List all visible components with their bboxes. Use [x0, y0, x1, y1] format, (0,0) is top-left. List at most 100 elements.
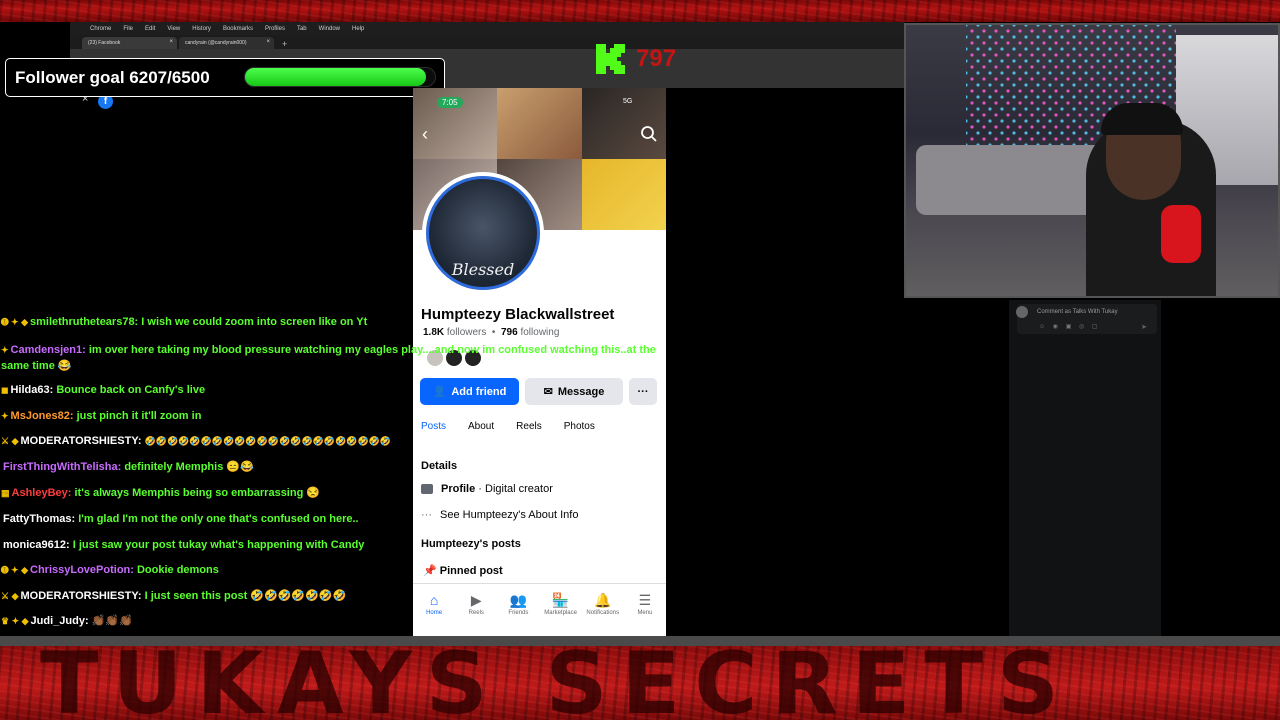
- nav-reels[interactable]: ▶ Reels: [455, 584, 497, 636]
- comment-emoji-icons[interactable]: ☺ ◉ ▣ ◎ ▢: [1039, 323, 1101, 330]
- chat-username: Camdensjen1:: [10, 344, 86, 356]
- chat-text: 👏🏾👏🏾👏🏾: [91, 615, 133, 627]
- chat-text: im over here taking my blood pressure wa…: [1, 344, 656, 372]
- menu-file[interactable]: File: [123, 26, 133, 32]
- avatar-caption: Blessed: [451, 260, 515, 279]
- chat-badges: ➊ ✦ ◆: [1, 317, 29, 327]
- new-tab-button[interactable]: +: [276, 39, 293, 49]
- nav-menu[interactable]: ☰ Menu: [624, 584, 666, 636]
- nav-home[interactable]: ⌂ Home: [413, 584, 455, 636]
- about-info-link[interactable]: ··· See Humpteezy's About Info: [421, 509, 578, 521]
- marketplace-icon: 🏪: [551, 592, 570, 608]
- follower-goal-bar: [244, 67, 436, 87]
- menu-view[interactable]: View: [167, 26, 180, 32]
- chat-username: MsJones82:: [10, 410, 74, 422]
- menu-profiles[interactable]: Profiles: [265, 26, 285, 32]
- tab-photos[interactable]: Photos: [564, 421, 595, 432]
- followers-label[interactable]: followers: [447, 327, 486, 338]
- kick-logo-icon: [596, 44, 625, 74]
- bottom-banner-text: TUKAYS SECRETS: [40, 648, 1073, 720]
- profile-actions: 👤 Add friend ✉ Message ···: [420, 378, 657, 405]
- pinned-post-label: 📌 Pinned post: [423, 564, 503, 577]
- tab-posts[interactable]: Posts: [421, 421, 446, 432]
- tab-label: (23) Facebook: [88, 40, 121, 46]
- chat-badges: ⚔ ◆: [1, 436, 19, 446]
- chat-text: 🤣🤣🤣🤣🤣🤣🤣🤣🤣🤣🤣🤣🤣🤣🤣🤣🤣🤣🤣🤣🤣🤣: [144, 436, 392, 446]
- chat-text: I just seen this post 🤣🤣🤣🤣🤣🤣🤣: [144, 590, 347, 602]
- friends-icon: 👥: [509, 592, 528, 608]
- details-heading: Details: [421, 460, 458, 472]
- microphone: [1161, 205, 1201, 263]
- about-info-label: See Humpteezy's About Info: [440, 509, 579, 521]
- profile-name: Humpteezy Blackwallstreet: [421, 306, 615, 323]
- close-tab-icon[interactable]: ×: [266, 39, 270, 45]
- following-label[interactable]: following: [520, 327, 559, 338]
- chat-username: Hilda63:: [10, 384, 54, 396]
- follower-goal-widget: Follower goal 6207/6500: [5, 58, 445, 97]
- profile-avatar[interactable]: Blessed: [422, 172, 544, 294]
- follower-goal-fill: [245, 68, 427, 86]
- messenger-icon: ✉: [543, 386, 553, 398]
- bottom-nav: ⌂ Home ▶ Reels 👥 Friends 🏪 Marketplace 🔔 Noti…: [413, 583, 666, 636]
- menu-history[interactable]: History: [192, 26, 211, 32]
- chat-text: Dookie demons: [136, 564, 219, 576]
- menu-window[interactable]: Window: [319, 26, 340, 32]
- tab-facebook[interactable]: (23) Facebook ×: [82, 37, 177, 49]
- chat-username: AshleyBey:: [11, 487, 72, 499]
- pin-icon: 📌: [423, 565, 437, 577]
- profile-stats: 1.8K followers • 796 following: [423, 327, 560, 338]
- chat-message: ⚔ ◆ MODERATORSHIESTY: 🤣🤣🤣🤣🤣🤣🤣🤣🤣🤣🤣🤣🤣🤣🤣🤣🤣🤣🤣…: [1, 435, 391, 448]
- mac-menubar: Chrome File Edit View History Bookmarks …: [70, 22, 905, 35]
- send-icon[interactable]: ➤: [1141, 323, 1147, 331]
- chat-username: MODERATORSHIESTY:: [20, 435, 142, 447]
- add-friend-button[interactable]: 👤 Add friend: [420, 378, 519, 405]
- pinned-text: Pinned post: [439, 565, 503, 577]
- nav-label: Marketplace: [544, 610, 577, 616]
- cover-photo: [497, 88, 582, 159]
- tab-candyrain[interactable]: candyrain (@candyrain000) ×: [179, 37, 274, 49]
- follower-goal-label: Follower goal 6207/6500: [15, 67, 210, 87]
- chat-text: just pinch it it'll zoom in: [76, 410, 202, 422]
- message-button[interactable]: ✉ Message: [525, 378, 623, 405]
- chat-username: FattyThomas:: [3, 513, 76, 525]
- detail-profile-bold: Profile: [441, 483, 476, 495]
- nav-label: Friends: [508, 610, 529, 616]
- nav-friends[interactable]: 👥 Friends: [497, 584, 539, 636]
- menu-bookmarks[interactable]: Bookmarks: [223, 26, 253, 32]
- following-count[interactable]: 796: [501, 327, 518, 338]
- nav-notifications[interactable]: 🔔 Notifications: [582, 584, 624, 636]
- menu-edit[interactable]: Edit: [145, 26, 155, 32]
- menu-chrome[interactable]: Chrome: [90, 26, 111, 32]
- more-button[interactable]: ···: [629, 378, 657, 405]
- nav-label: Menu: [637, 610, 653, 616]
- bell-icon: 🔔: [594, 592, 612, 608]
- followers-count[interactable]: 1.8K: [423, 327, 444, 338]
- back-icon[interactable]: ‹: [422, 124, 428, 145]
- chat-message: ✦ Camdensjen1: im over here taking my blo…: [1, 342, 661, 374]
- cover-photo: [581, 159, 666, 230]
- chat-message: ✦ MsJones82: just pinch it it'll zoom in: [1, 410, 201, 423]
- chat-message: ◼ Hilda63: Bounce back on Canfy's live: [1, 384, 205, 397]
- chat-message: ♛ ✦ ◆ Judi_Judy: 👏🏾👏🏾👏🏾: [1, 615, 133, 628]
- menu-icon: ☰: [638, 592, 652, 608]
- chat-badges: ⚔ ◆: [1, 591, 19, 601]
- chat-message: ⚔ ◆ MODERATORSHIESTY: I just seen this po…: [1, 590, 346, 603]
- menu-tab[interactable]: Tab: [297, 26, 307, 32]
- chat-message: ➊ ✦ ◆ ChrissyLovePotion: Dookie demons: [1, 564, 219, 577]
- nav-marketplace[interactable]: 🏪 Marketplace: [540, 584, 582, 636]
- posts-heading: Humpteezy's posts: [421, 538, 521, 550]
- tab-label: candyrain (@candyrain000): [185, 40, 247, 46]
- search-icon[interactable]: [639, 124, 659, 144]
- profile-tabs: Posts About Reels Photos: [421, 421, 595, 432]
- chat-username: FirstThingWithTelisha:: [3, 461, 122, 473]
- close-tab-icon[interactable]: ×: [169, 39, 173, 45]
- chat-message: FirstThingWithTelisha: definitely Memphi…: [1, 461, 254, 474]
- commenter-avatar: [1016, 306, 1028, 318]
- tab-reels[interactable]: Reels: [516, 421, 542, 432]
- chat-username: MODERATORSHIESTY:: [20, 590, 142, 602]
- divider-strip: [0, 636, 1280, 646]
- nav-label: Notifications: [586, 610, 620, 616]
- detail-profile-category: · Digital creator: [475, 483, 553, 495]
- tab-about[interactable]: About: [468, 421, 494, 432]
- menu-help[interactable]: Help: [352, 26, 364, 32]
